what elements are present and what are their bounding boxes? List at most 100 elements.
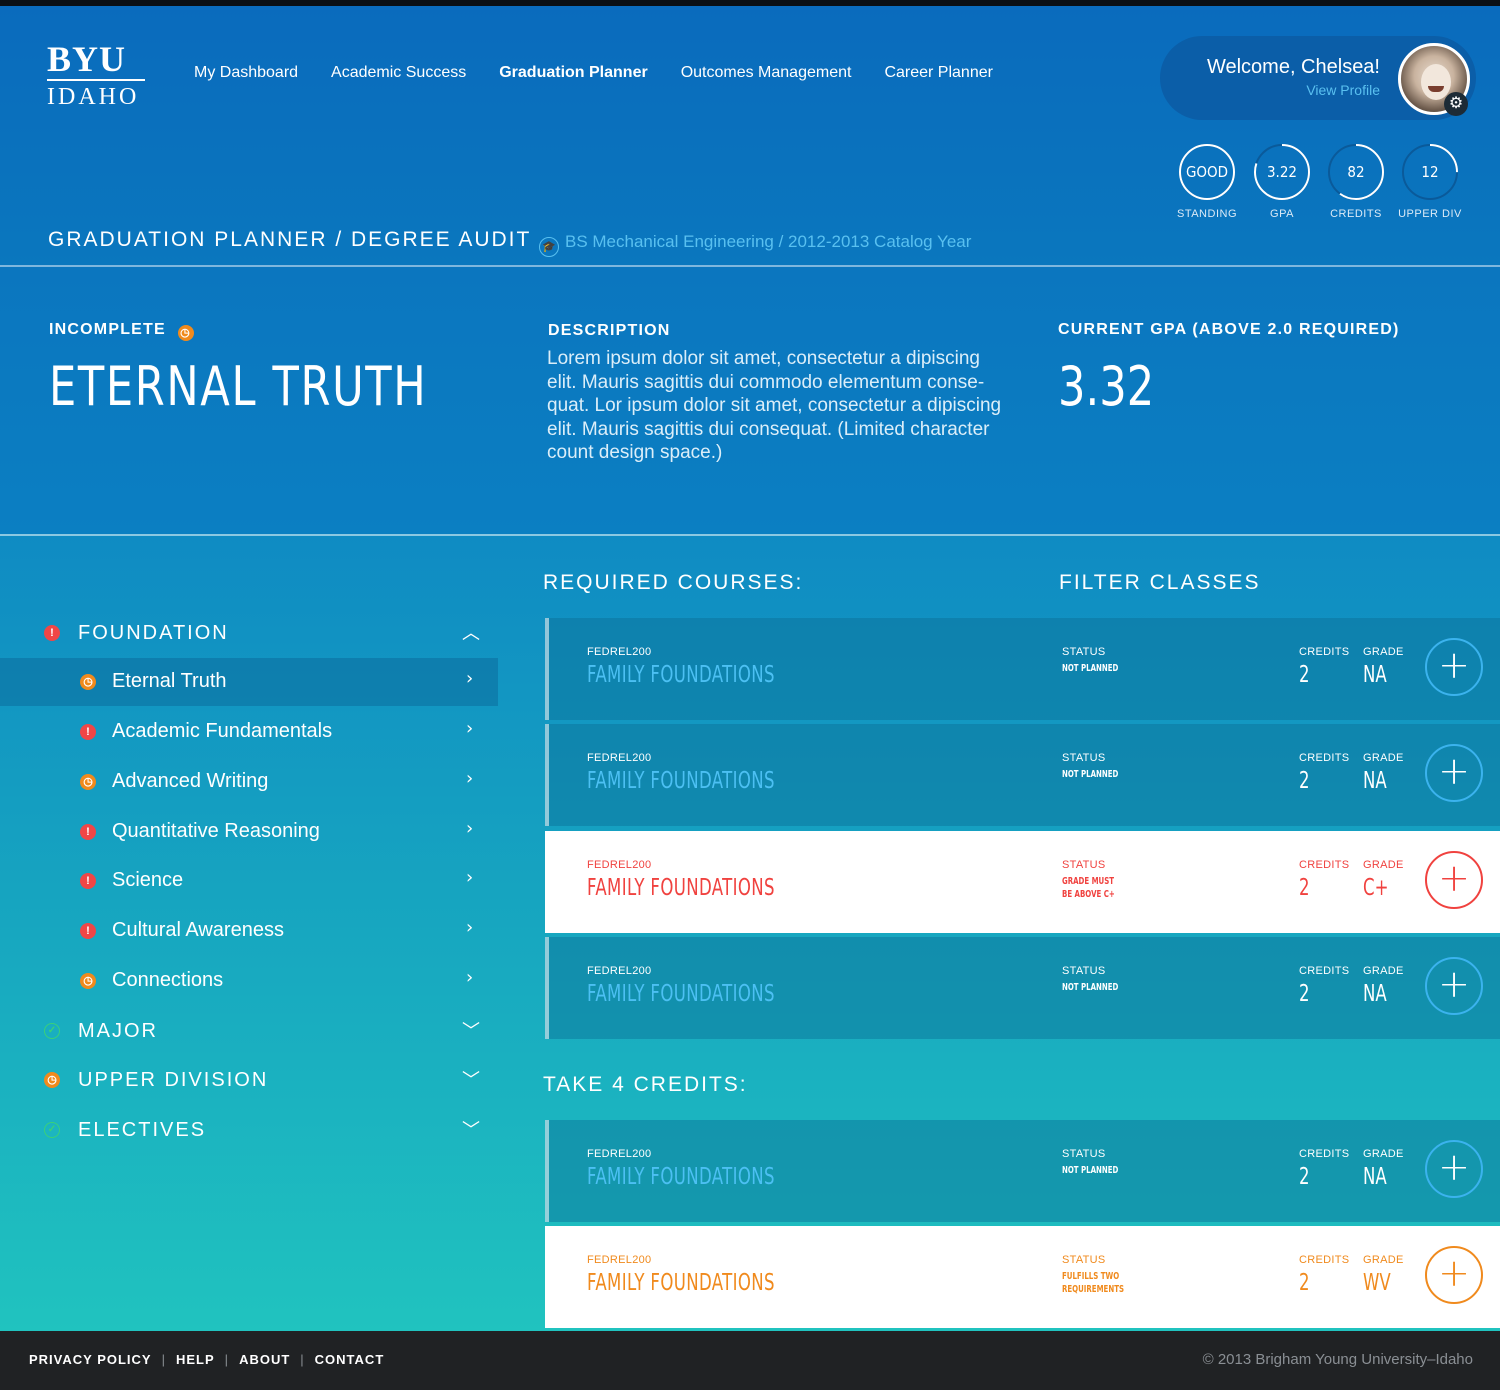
course-code: FEDREL200: [587, 1254, 652, 1266]
graduation-cap-icon: 🎓: [539, 237, 559, 257]
help-link[interactable]: HELP: [176, 1352, 215, 1367]
gpa-requirement-label: CURRENT GPA (ABOVE 2.0 REQUIRED): [1058, 321, 1400, 338]
credits-label: CREDITS: [1330, 208, 1382, 220]
sidebar-group-label: MAJOR: [78, 1020, 158, 1042]
chevron-right-icon: ›: [466, 917, 474, 938]
nav-career-planner[interactable]: Career Planner: [884, 64, 993, 82]
course-code: FEDREL200: [587, 646, 652, 658]
sidebar-group-label: ELECTIVES: [78, 1119, 207, 1141]
add-course-button[interactable]: +: [1425, 957, 1483, 1015]
add-course-button[interactable]: +: [1425, 1140, 1483, 1198]
alert-icon: !: [80, 873, 96, 889]
course-grade: NA: [1363, 662, 1387, 688]
sidebar-item-science[interactable]: ! Science ›: [0, 857, 498, 905]
clock-icon: ◷: [80, 674, 96, 690]
course-status: NOT PLANNED: [1062, 769, 1119, 780]
course-code: FEDREL200: [587, 859, 652, 871]
view-profile-link[interactable]: View Profile: [1306, 82, 1380, 98]
nav-my-dashboard[interactable]: My Dashboard: [194, 64, 298, 82]
upper-div-value: 12: [1421, 163, 1439, 181]
course-name: FAMILY FOUNDATIONS: [587, 875, 775, 901]
sidebar-group-electives[interactable]: ✓ ELECTIVES ﹀: [0, 1106, 498, 1154]
logo-byu-text: BYU: [47, 39, 127, 79]
credits-label: CREDITS: [1299, 646, 1350, 658]
course-name: FAMILY FOUNDATIONS: [587, 662, 775, 688]
course-status: NOT PLANNED: [1062, 663, 1119, 674]
course-row[interactable]: FEDREL200 FAMILY FOUNDATIONS STATUS GRAD…: [545, 831, 1500, 933]
requirement-summary: INCOMPLETE ◷ ETERNAL TRUTH DESCRIPTION L…: [0, 267, 1500, 534]
sidebar-item-academic-fundamentals[interactable]: ! Academic Fundamentals ›: [0, 708, 498, 756]
nav-academic-success[interactable]: Academic Success: [331, 64, 466, 82]
credits-label: CREDITS: [1299, 965, 1350, 977]
sidebar-group-upper-division[interactable]: ◷ UPPER DIVISION ﹀: [0, 1056, 498, 1104]
privacy-policy-link[interactable]: PRIVACY POLICY: [29, 1352, 152, 1367]
add-course-button[interactable]: +: [1425, 1246, 1483, 1304]
clock-icon: ◷: [44, 1072, 60, 1088]
credits-label: CREDITS: [1299, 752, 1350, 764]
course-row[interactable]: FEDREL200 FAMILY FOUNDATIONS STATUS NOT …: [545, 1120, 1500, 1222]
clock-icon: ◷: [177, 325, 194, 341]
check-icon: ✓: [44, 1122, 60, 1138]
byu-idaho-logo[interactable]: BYU IDAHO: [47, 39, 147, 110]
sidebar-group-label: UPPER DIVISION: [78, 1069, 269, 1091]
chevron-down-icon[interactable]: ﹀: [462, 1017, 480, 1043]
chevron-right-icon: ›: [466, 818, 474, 839]
course-row[interactable]: FEDREL200 FAMILY FOUNDATIONS STATUS FULF…: [545, 1226, 1500, 1328]
course-row[interactable]: FEDREL200 FAMILY FOUNDATIONS STATUS NOT …: [545, 937, 1500, 1039]
chevron-right-icon: ›: [466, 768, 474, 789]
separator: |: [300, 1352, 305, 1367]
sidebar-group-foundation[interactable]: ! FOUNDATION ︿: [0, 609, 498, 657]
contact-link[interactable]: CONTACT: [315, 1352, 385, 1367]
chevron-right-icon: ›: [466, 668, 474, 689]
chevron-right-icon: ›: [466, 718, 474, 739]
course-credits: 2: [1299, 662, 1310, 688]
status-badge: INCOMPLETE ◷: [49, 321, 194, 341]
grade-label: GRADE: [1363, 965, 1404, 977]
course-row[interactable]: FEDREL200 FAMILY FOUNDATIONS STATUS NOT …: [545, 618, 1500, 720]
sidebar-item-label: Cultural Awareness: [112, 919, 284, 941]
sidebar-item-label: Eternal Truth: [112, 670, 227, 692]
add-course-button[interactable]: +: [1425, 851, 1483, 909]
add-course-button[interactable]: +: [1425, 744, 1483, 802]
add-course-button[interactable]: +: [1425, 638, 1483, 696]
logo-idaho-text: IDAHO: [47, 84, 140, 110]
course-row[interactable]: FEDREL200 FAMILY FOUNDATIONS STATUS NOT …: [545, 724, 1500, 826]
course-name: FAMILY FOUNDATIONS: [587, 1270, 775, 1296]
description-text: Lorem ipsum dolor sit amet, consectetur …: [547, 348, 1002, 463]
catalog-link[interactable]: 🎓 BS Mechanical Engineering / 2012-2013 C…: [539, 232, 971, 257]
course-status: GRADE MUST BE ABOVE C+: [1062, 876, 1115, 900]
status-text: INCOMPLETE: [49, 321, 166, 338]
grade-label: GRADE: [1363, 752, 1404, 764]
sidebar-group-major[interactable]: ✓ MAJOR ﹀: [0, 1007, 498, 1055]
clock-icon: ◷: [80, 774, 96, 790]
welcome-text: Welcome, Chelsea!: [1206, 56, 1380, 78]
sidebar-group-label: FOUNDATION: [78, 622, 229, 644]
nav-outcomes-management[interactable]: Outcomes Management: [681, 64, 852, 82]
sidebar-item-cultural-awareness[interactable]: ! Cultural Awareness ›: [0, 907, 498, 955]
credits-label: CREDITS: [1299, 859, 1350, 871]
sidebar-item-eternal-truth[interactable]: ◷ Eternal Truth ›: [0, 658, 498, 706]
sidebar-item-label: Quantitative Reasoning: [112, 820, 320, 842]
filter-classes-button[interactable]: FILTER CLASSES: [1059, 571, 1261, 595]
about-link[interactable]: ABOUT: [239, 1352, 290, 1367]
main-nav: My Dashboard Academic Success Graduation…: [194, 64, 1026, 82]
chevron-up-icon[interactable]: ︿: [462, 619, 480, 645]
logo-rule: [47, 79, 145, 81]
sidebar-item-connections[interactable]: ◷ Connections ›: [0, 957, 498, 1005]
sidebar-item-quantitative-reasoning[interactable]: ! Quantitative Reasoning ›: [0, 808, 498, 856]
chevron-down-icon[interactable]: ﹀: [462, 1116, 480, 1142]
course-credits: 2: [1299, 875, 1310, 901]
chevron-down-icon[interactable]: ﹀: [462, 1066, 480, 1092]
credits-value: 82: [1347, 163, 1365, 181]
course-name: FAMILY FOUNDATIONS: [587, 768, 775, 794]
course-credits: 2: [1299, 768, 1310, 794]
sidebar-item-advanced-writing[interactable]: ◷ Advanced Writing ›: [0, 758, 498, 806]
nav-graduation-planner[interactable]: Graduation Planner: [499, 64, 647, 82]
requirement-title: ETERNAL TRUTH: [49, 355, 428, 418]
chevron-right-icon: ›: [466, 967, 474, 988]
status-label: STATUS: [1062, 646, 1106, 658]
course-status: FULFILLS TWO REQUIREMENTS: [1062, 1271, 1125, 1295]
grade-label: GRADE: [1363, 646, 1404, 658]
gear-icon[interactable]: ⚙: [1444, 92, 1468, 116]
sidebar-item-label: Advanced Writing: [112, 770, 269, 792]
